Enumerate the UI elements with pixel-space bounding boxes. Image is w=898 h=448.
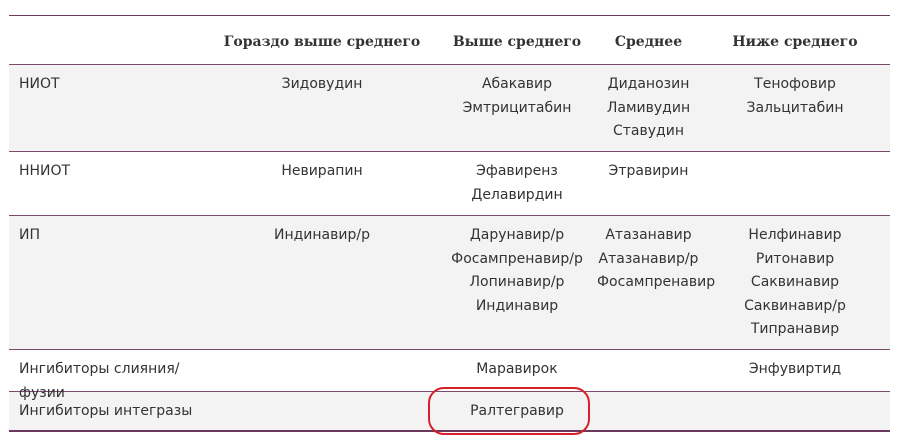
drug-comparison-table: Гораздо выше среднего Выше среднего Сред… [9,15,890,432]
table-cell: Невирапин [207,152,437,215]
drug-name: Этравирин [608,163,689,179]
drug-name: Ритонавир [755,250,835,267]
drug-name: Эфавиренз [476,163,558,179]
table-cell: Тенофовир Зальцитабин [700,65,890,151]
drug-name: Эмтрицитабин [462,99,572,116]
drug-name: Саквинавир [750,274,840,290]
drug-name: Абакавир [481,76,553,92]
drug-name: Тенофовир [754,76,836,92]
table-cell: Зидовудин [207,65,437,151]
drug-name: Невирапин [281,163,363,179]
table-cell: Дарунавир/р Фосампренавир/р Лопинавир/р … [437,216,597,349]
drug-name: Атазанавир/р [598,250,699,267]
header-cell-empty [9,16,207,64]
drug-name: Диданозин [607,76,690,92]
drug-name: Ралтегравир [470,403,564,419]
drug-name: Типранавир [750,321,840,337]
table-cell [700,152,890,215]
drug-name: Атазанавир [605,227,692,243]
table-cell [207,392,437,430]
table-row: ННИОТ Невирапин Эфавиренз Делавирдин Этр… [9,151,890,215]
row-label: НИОТ [19,76,60,92]
table-cell [700,392,890,430]
table-cell: Этравирин [597,152,700,215]
table-header-row: Гораздо выше среднего Выше среднего Сред… [9,16,890,64]
table-row: НИОТ Зидовудин Абакавир Эмтрицитабин Дид… [9,64,890,151]
drug-name: Маравирок [476,361,558,377]
row-label: ННИОТ [19,163,71,179]
drug-name: Лопинавир/р [469,274,565,290]
drug-name: Фосампренавир/р [451,250,583,267]
header-average: Среднее [614,34,683,50]
table-row: ИП Индинавир/р Дарунавир/р Фосампренавир… [9,215,890,349]
table-cell: Диданозин Ламивудин Ставудин [597,65,700,151]
drug-name: Ламивудин [606,99,691,116]
drug-name: Ставудин [613,123,684,139]
drug-name: Фосампренавир [597,274,716,290]
table-cell [597,392,700,430]
table-row: Ингибиторы слияния/фузии Маравирок Энфув… [9,349,890,401]
drug-name: Индинавир/р [274,227,370,243]
drug-name: Делавирдин [471,186,563,203]
header-much-above-average: Гораздо выше среднего [223,34,421,50]
drug-name: Индинавир [475,297,559,314]
table-cell: Атазанавир Атазанавир/р Фосампренавир [597,216,716,349]
table-cell: Эфавиренз Делавирдин [437,152,597,215]
drug-name: Зидовудин [281,76,363,92]
drug-name: Нелфинавир [748,227,842,243]
table-cell: Абакавир Эмтрицитабин [437,65,597,151]
drug-name: Дарунавир/р [469,227,565,243]
table-row: Ингибиторы интегразы Ралтегравир [9,391,890,430]
drug-name: Зальцитабин [746,99,844,116]
row-label: ИП [19,227,40,243]
table-cell: Ралтегравир [437,392,597,430]
table-cell: Нелфинавир Ритонавир Саквинавир Саквинав… [700,216,890,349]
header-below-average: Ниже среднего [732,34,858,50]
drug-name: Саквинавир/р [744,297,846,314]
row-label: Ингибиторы интегразы [19,403,193,419]
table-cell: Индинавир/р [207,216,437,349]
drug-name: Энфувиртид [748,361,842,377]
header-above-average: Выше среднего [452,34,582,50]
